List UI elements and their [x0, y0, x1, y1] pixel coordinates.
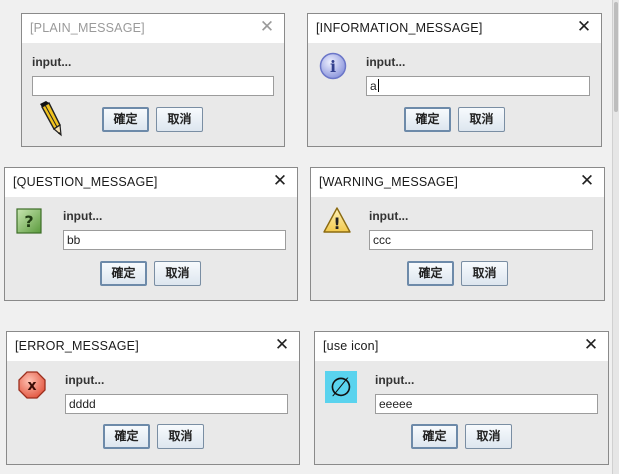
svg-text:i: i: [330, 57, 336, 76]
cancel-button[interactable]: 取消: [461, 261, 508, 286]
dialog-titlebar[interactable]: [QUESTION_MESSAGE] ✕: [5, 168, 297, 197]
dialog-titlebar[interactable]: [INFORMATION_MESSAGE] ✕: [308, 14, 601, 43]
warning-icon: !: [323, 207, 351, 233]
cancel-button[interactable]: 取消: [154, 261, 201, 286]
svg-text:∅: ∅: [330, 373, 353, 403]
dialog-body: ? input... bb 確定 取消: [5, 197, 297, 300]
vertical-scrollbar[interactable]: [612, 0, 619, 474]
svg-text:?: ?: [24, 212, 33, 231]
dialog-body: ! input... ccc 確定 取消: [311, 197, 604, 300]
prompt-label: input...: [375, 373, 415, 387]
prompt-label: input...: [32, 55, 72, 69]
ok-button[interactable]: 確定: [411, 424, 458, 449]
ok-button[interactable]: 確定: [404, 107, 451, 132]
input-value: eeeee: [379, 397, 413, 411]
dialog-use-icon: [use icon] ✕ ∅ input... eeeee 確定 取消: [314, 331, 609, 465]
dialog-title: [ERROR_MESSAGE]: [15, 339, 139, 353]
cancel-button[interactable]: 取消: [465, 424, 512, 449]
cancel-button[interactable]: 取消: [458, 107, 505, 132]
dialog-title: [PLAIN_MESSAGE]: [30, 21, 145, 35]
dialog-title: [WARNING_MESSAGE]: [319, 175, 459, 189]
close-button[interactable]: ✕: [273, 336, 291, 354]
dialog-title: [INFORMATION_MESSAGE]: [316, 21, 483, 35]
pencil-icon: [40, 101, 62, 137]
input-value: dddd: [69, 397, 96, 411]
question-icon: ?: [16, 208, 42, 234]
dialog-error-message: [ERROR_MESSAGE] ✕ x input... dddd 確定 取消: [6, 331, 300, 465]
close-button[interactable]: ✕: [582, 336, 600, 354]
close-button[interactable]: ✕: [578, 172, 596, 190]
ok-button[interactable]: 確定: [102, 107, 149, 132]
ok-button[interactable]: 確定: [100, 261, 147, 286]
dialog-titlebar[interactable]: [WARNING_MESSAGE] ✕: [311, 168, 604, 197]
cancel-button[interactable]: 取消: [156, 107, 203, 132]
ok-button[interactable]: 確定: [103, 424, 150, 449]
scrollbar-thumb[interactable]: [614, 2, 618, 112]
dialog-body: input... 確定 取消: [22, 43, 284, 146]
input-field[interactable]: eeeee: [375, 394, 598, 414]
dialog-titlebar[interactable]: [use icon] ✕: [315, 332, 608, 361]
dialog-information-message: [INFORMATION_MESSAGE] ✕ i input... a 確定 …: [307, 13, 602, 147]
dialog-question-message: [QUESTION_MESSAGE] ✕ ? input... bb 確定 取消: [4, 167, 298, 301]
information-icon: i: [319, 52, 347, 80]
error-icon: x: [18, 371, 46, 399]
input-field[interactable]: [32, 76, 274, 96]
dialog-plain-message: [PLAIN_MESSAGE] ✕ input... 確定 取消: [21, 13, 285, 147]
prompt-label: input...: [65, 373, 105, 387]
input-field[interactable]: bb: [63, 230, 286, 250]
close-button[interactable]: ✕: [271, 172, 289, 190]
dialog-body: ∅ input... eeeee 確定 取消: [315, 361, 608, 464]
input-value: bb: [67, 233, 81, 247]
close-button[interactable]: ✕: [258, 18, 276, 36]
prompt-label: input...: [369, 209, 409, 223]
input-field[interactable]: ccc: [369, 230, 593, 250]
text-caret: [377, 79, 379, 92]
ok-button[interactable]: 確定: [407, 261, 454, 286]
input-field[interactable]: a: [366, 76, 590, 96]
input-value: a: [370, 79, 377, 93]
dialog-titlebar[interactable]: [ERROR_MESSAGE] ✕: [7, 332, 299, 361]
prompt-label: input...: [63, 209, 103, 223]
custom-empty-set-icon: ∅: [325, 371, 357, 403]
close-button[interactable]: ✕: [575, 18, 593, 36]
svg-text:!: !: [333, 214, 340, 233]
dialog-body: x input... dddd 確定 取消: [7, 361, 299, 464]
prompt-label: input...: [366, 55, 406, 69]
svg-text:x: x: [27, 378, 36, 394]
cancel-button[interactable]: 取消: [157, 424, 204, 449]
input-field[interactable]: dddd: [65, 394, 288, 414]
dialog-titlebar[interactable]: [PLAIN_MESSAGE] ✕: [22, 14, 284, 43]
dialog-body: i input... a 確定 取消: [308, 43, 601, 146]
dialog-title: [QUESTION_MESSAGE]: [13, 175, 158, 189]
dialog-title: [use icon]: [323, 339, 379, 353]
dialog-warning-message: [WARNING_MESSAGE] ✕ ! input... ccc 確定 取消: [310, 167, 605, 301]
input-value: ccc: [373, 233, 391, 247]
